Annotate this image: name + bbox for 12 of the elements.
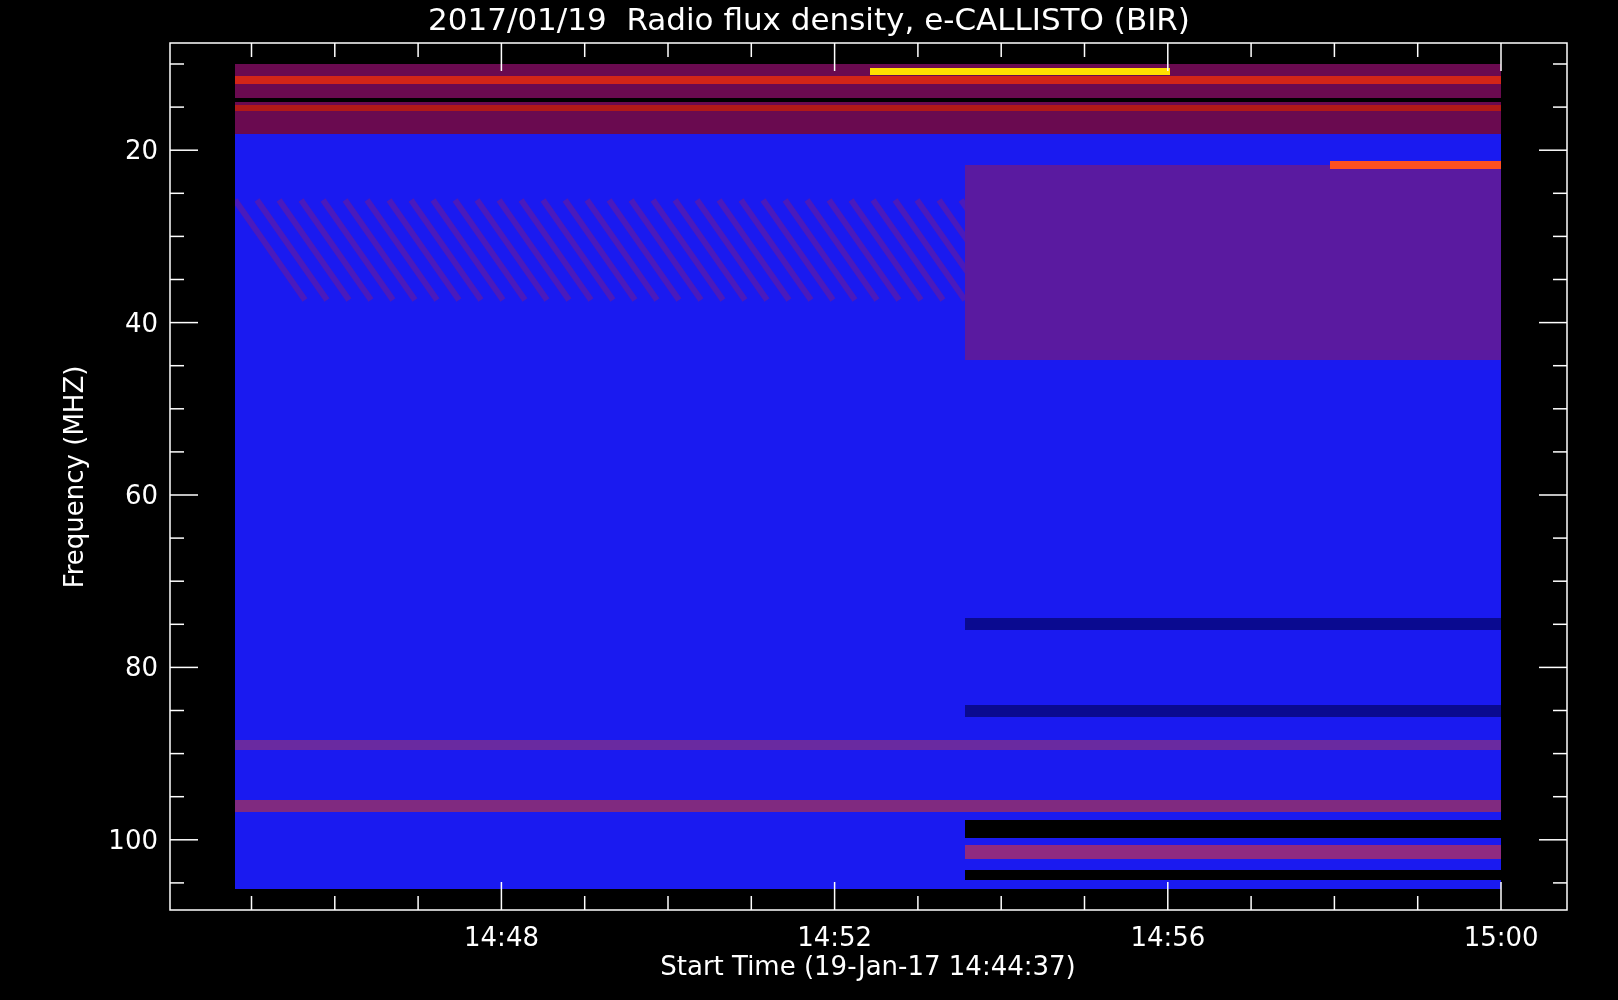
y-tick-label: 20 bbox=[124, 135, 158, 166]
y-tick-label: 40 bbox=[124, 307, 158, 338]
x-tick-label: 14:52 bbox=[797, 922, 873, 952]
y-tick-label: 80 bbox=[124, 652, 158, 683]
y-axis-label: Frequency (MHZ) bbox=[59, 365, 89, 589]
x-axis-label: Start Time (19-Jan-17 14:44:37) bbox=[660, 951, 1076, 981]
x-tick-label: 15:00 bbox=[1463, 922, 1539, 952]
chart-title: 2017/01/19 Radio flux density, e-CALLISTO (BIR) bbox=[428, 1, 1190, 37]
y-tick-label: 60 bbox=[124, 480, 158, 510]
y-tick-label: 100 bbox=[108, 824, 158, 855]
x-tick-label: 14:56 bbox=[1130, 922, 1206, 952]
x-tick-label: 14:48 bbox=[464, 922, 539, 952]
